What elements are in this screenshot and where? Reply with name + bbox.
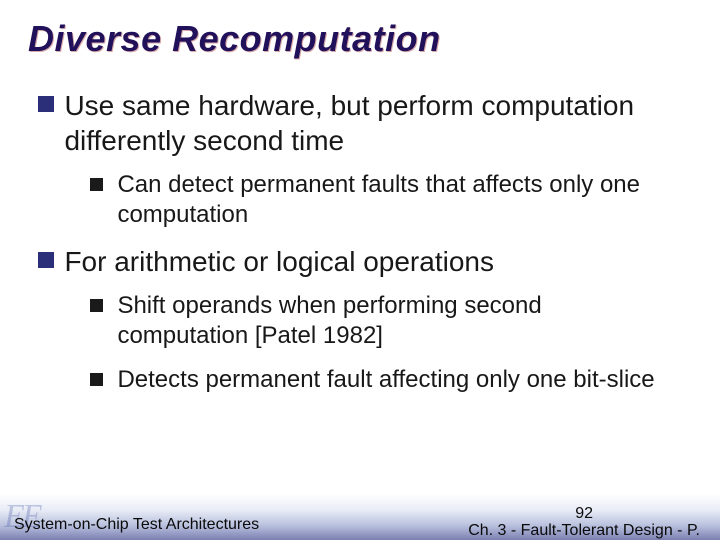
bullet-text: Use same hardware, but perform computati… [64,88,664,158]
subbullet-text: Shift operands when performing second co… [117,291,677,351]
page-number: 92 [468,505,700,523]
square-bullet-icon [38,96,54,112]
square-bullet-icon [38,252,54,268]
footer-source: System-on-Chip Test Architectures [14,516,259,534]
square-bullet-icon [90,299,103,312]
bullet-level1: Use same hardware, but perform computati… [38,88,692,158]
bullet-level2: Detects permanent fault affecting only o… [90,365,692,395]
slide-title: Diverse Recomputation [28,18,692,60]
bullet-level2: Can detect permanent faults that affects… [90,170,692,230]
footer-right: 92 Ch. 3 - Fault-Tolerant Design - P. [468,505,700,540]
square-bullet-icon [90,373,103,386]
subbullet-text: Detects permanent fault affecting only o… [117,365,677,395]
slide: Diverse Recomputation Use same hardware,… [0,0,720,540]
chapter-label: Ch. 3 - Fault-Tolerant Design - P. [468,522,700,540]
slide-footer: EE System-on-Chip Test Architectures 92 … [0,494,720,540]
bullet-text: For arithmetic or logical operations [64,244,664,279]
subbullet-text: Can detect permanent faults that affects… [117,170,677,230]
bullet-level1: For arithmetic or logical operations [38,244,692,279]
bullet-level2: Shift operands when performing second co… [90,291,692,351]
square-bullet-icon [90,178,103,191]
